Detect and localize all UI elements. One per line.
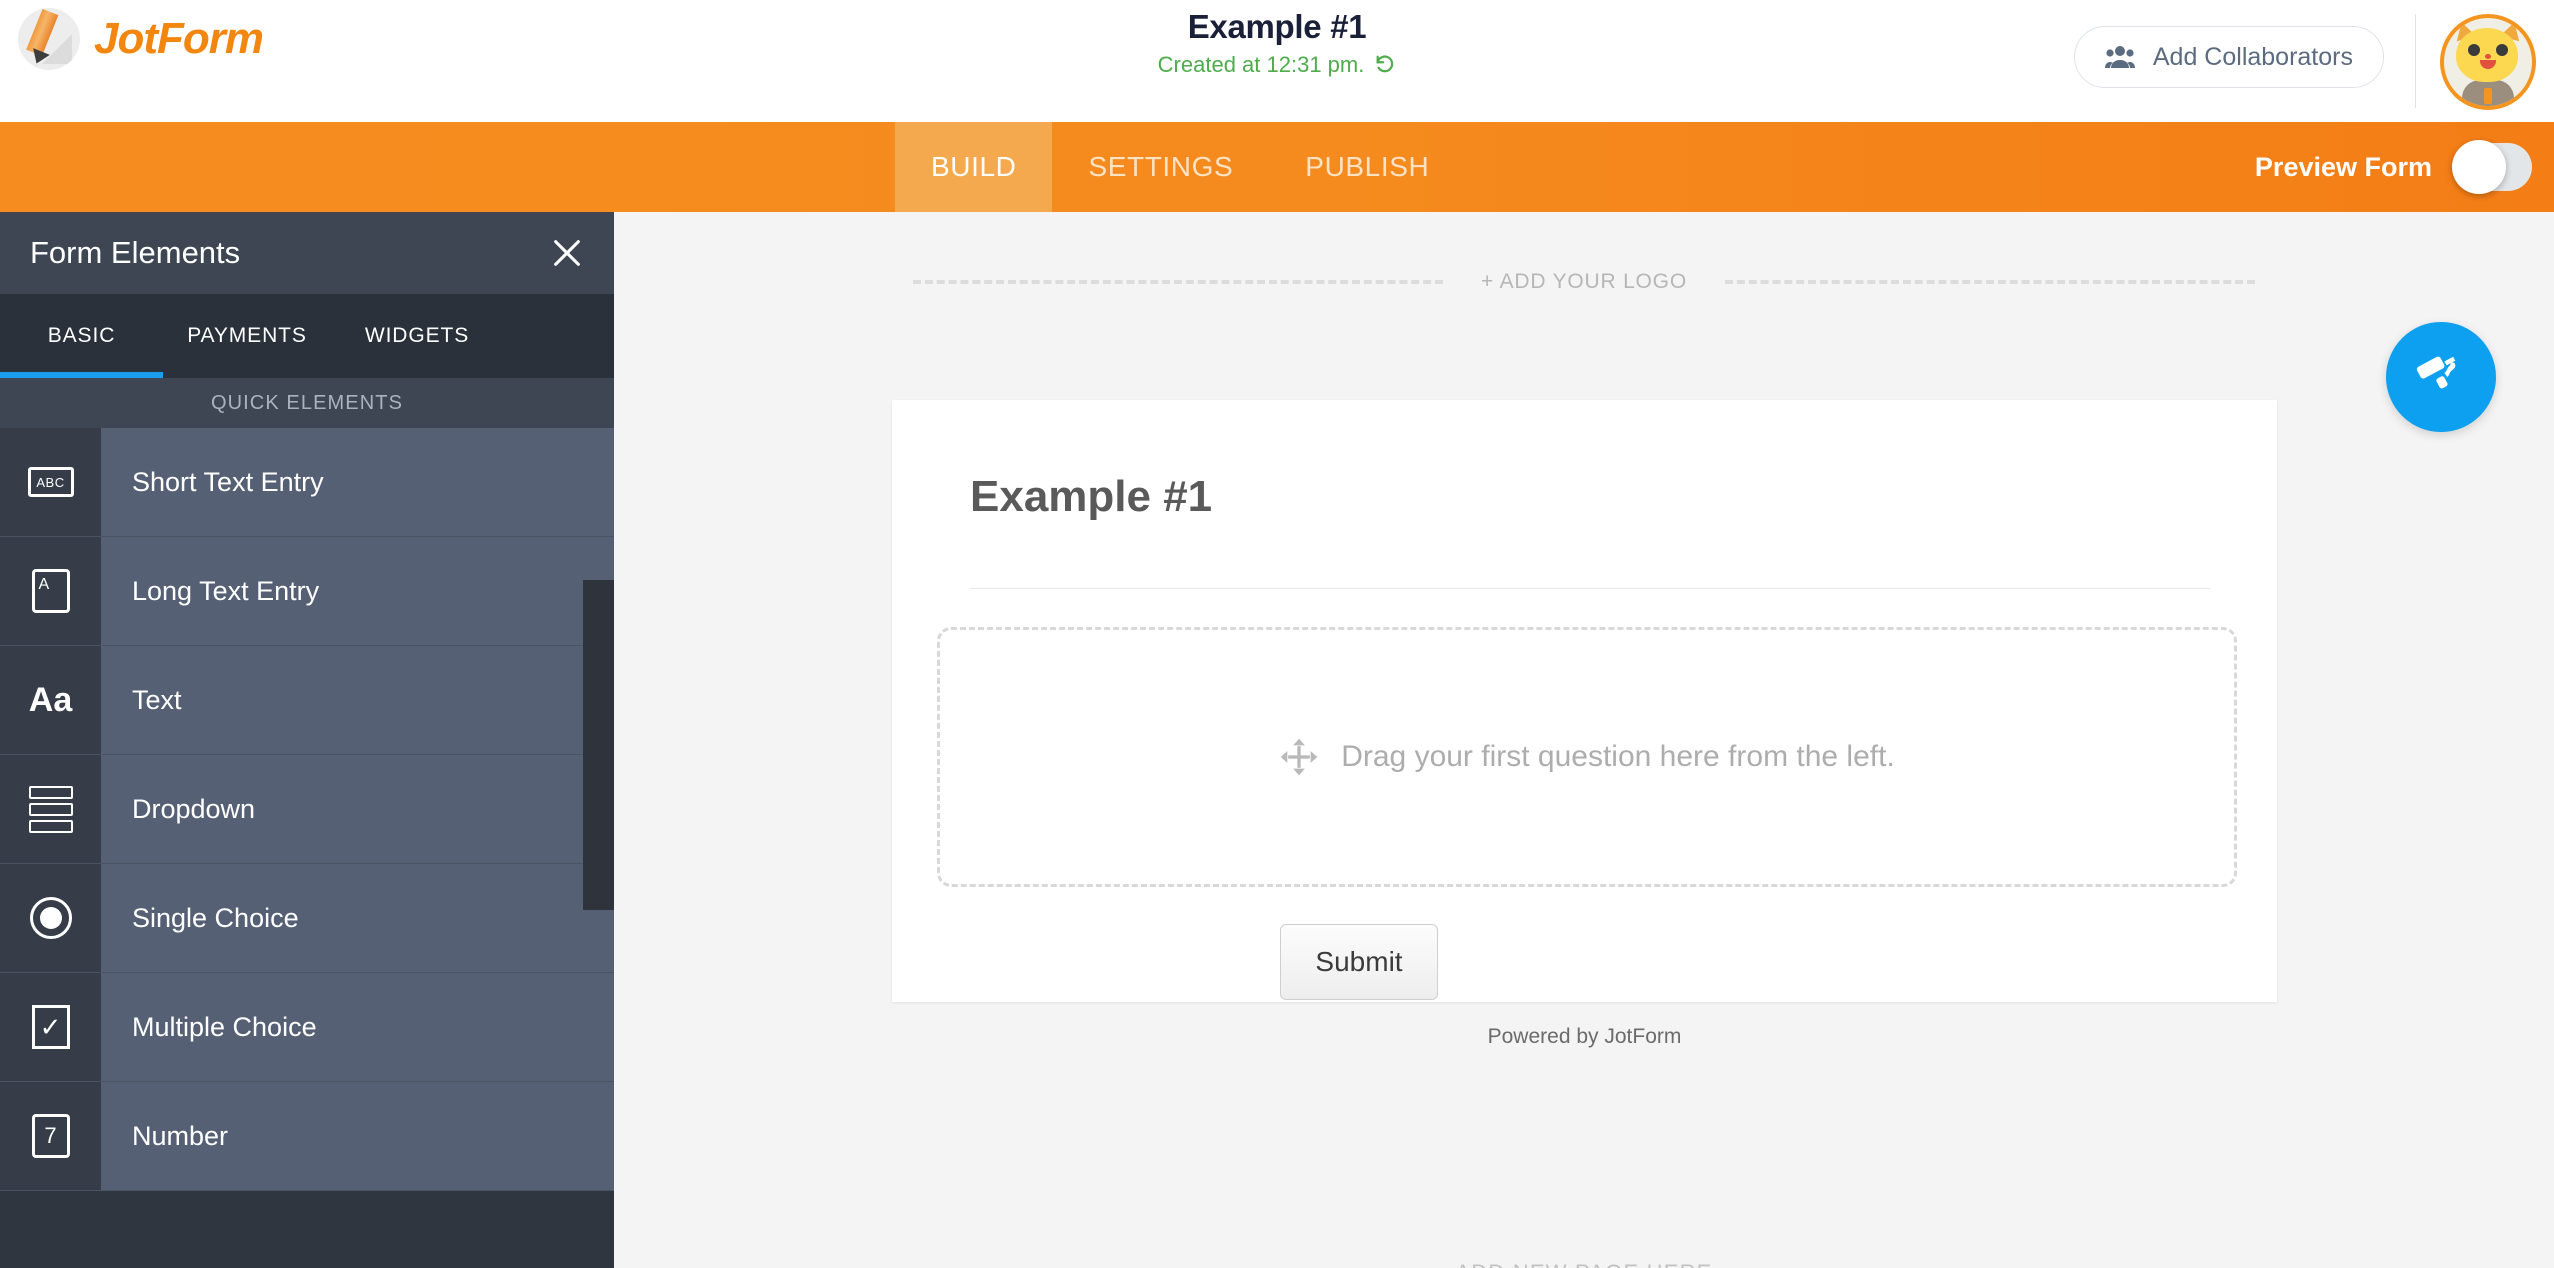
list-item[interactable]: Dropdown [0, 755, 614, 864]
powered-by-label: Powered by JotForm [1487, 1025, 1682, 1048]
pencil-circle-icon [18, 8, 80, 70]
preview-form-control: Preview Form [2255, 122, 2532, 212]
aa-typography-icon: Aa [0, 646, 101, 754]
list-item[interactable]: ABC Short Text Entry [0, 428, 614, 537]
element-label: Multiple Choice [101, 973, 614, 1081]
quick-elements-header: QUICK ELEMENTS [0, 378, 614, 428]
jotform-logo[interactable]: JotForm [18, 8, 264, 70]
list-item[interactable]: ✓ Multiple Choice [0, 973, 614, 1082]
header-divider [2415, 14, 2416, 108]
add-logo-row[interactable]: + ADD YOUR LOGO [614, 270, 2554, 294]
created-text: Created at 12:31 pm. [1157, 52, 1365, 77]
element-label: Dropdown [101, 755, 614, 863]
list-item[interactable]: Single Choice [0, 864, 614, 973]
move-arrows-icon [1280, 738, 1318, 776]
form-heading[interactable]: Example #1 [970, 472, 1212, 522]
dashed-line-left [913, 280, 1444, 284]
list-item[interactable]: A Long Text Entry [0, 537, 614, 646]
element-label: Text [101, 646, 614, 754]
people-group-icon [2104, 46, 2135, 68]
sidebar-tab-basic[interactable]: BASIC [0, 294, 163, 378]
sidebar-tab-widgets[interactable]: WIDGETS [331, 294, 503, 378]
sidebar-tab-payments[interactable]: PAYMENTS [163, 294, 331, 378]
sidebar-tab-group: BASIC PAYMENTS WIDGETS [0, 294, 614, 378]
form-elements-sidebar: Form Elements BASIC PAYMENTS WIDGETS QUI… [0, 212, 614, 1268]
undo-refresh-icon[interactable] [1374, 54, 1396, 76]
element-label: Long Text Entry [101, 537, 614, 645]
form-canvas: + ADD YOUR LOGO Example #1 Drag your fir… [614, 212, 2554, 1268]
sidebar-header: Form Elements [0, 212, 614, 294]
textarea-icon: A [0, 537, 101, 645]
question-dropzone[interactable]: Drag your first question here from the l… [937, 627, 2237, 887]
checkbox-checked-icon: ✓ [0, 973, 101, 1081]
dropzone-text: Drag your first question here from the l… [1341, 740, 1895, 773]
tab-build[interactable]: BUILD [895, 122, 1053, 212]
add-new-page-label[interactable]: ADD NEW PAGE HERE [614, 1260, 2554, 1268]
dashed-line-right [1724, 280, 2255, 284]
logo-text: JotForm [94, 14, 264, 63]
active-tab-underline [0, 372, 163, 378]
element-label: Short Text Entry [101, 428, 614, 536]
close-x-icon[interactable] [550, 236, 584, 270]
nav-tab-group: BUILD SETTINGS PUBLISH [895, 122, 1465, 212]
list-item[interactable]: Aa Text [0, 646, 614, 755]
form-preview-card: Example #1 Drag your first question here… [892, 400, 2277, 1048]
submit-button[interactable]: Submit [1280, 924, 1438, 1000]
form-divider [970, 588, 2210, 589]
main-navbar: BUILD SETTINGS PUBLISH Preview Form [0, 122, 2554, 212]
number-field-icon: 7 [0, 1082, 101, 1190]
form-designer-button[interactable] [2386, 322, 2496, 432]
preview-form-toggle[interactable] [2452, 140, 2532, 194]
add-collaborators-label: Add Collaborators [2152, 42, 2353, 71]
element-list: ABC Short Text Entry A Long Text Entry A… [0, 428, 614, 1191]
list-item[interactable]: 7 Number [0, 1082, 614, 1191]
tab-settings[interactable]: SETTINGS [1052, 122, 1269, 212]
toggle-knob [2452, 140, 2506, 194]
top-header: JotForm Example #1 Created at 12:31 pm. … [0, 0, 2554, 122]
add-collaborators-button[interactable]: Add Collaborators [2073, 26, 2384, 88]
tab-publish[interactable]: PUBLISH [1269, 122, 1465, 212]
sidebar-scrollbar[interactable] [583, 580, 614, 910]
avatar[interactable] [2440, 14, 2536, 110]
paint-roller-icon [2416, 356, 2456, 389]
preview-form-label: Preview Form [2254, 151, 2432, 182]
dropdown-list-icon [0, 755, 101, 863]
abc-text-field-icon: ABC [0, 428, 101, 536]
radio-button-icon [0, 864, 101, 972]
element-label: Number [101, 1082, 614, 1190]
element-label: Single Choice [101, 864, 614, 972]
add-logo-label: + ADD YOUR LOGO [1481, 270, 1687, 293]
sidebar-title: Form Elements [30, 235, 241, 270]
